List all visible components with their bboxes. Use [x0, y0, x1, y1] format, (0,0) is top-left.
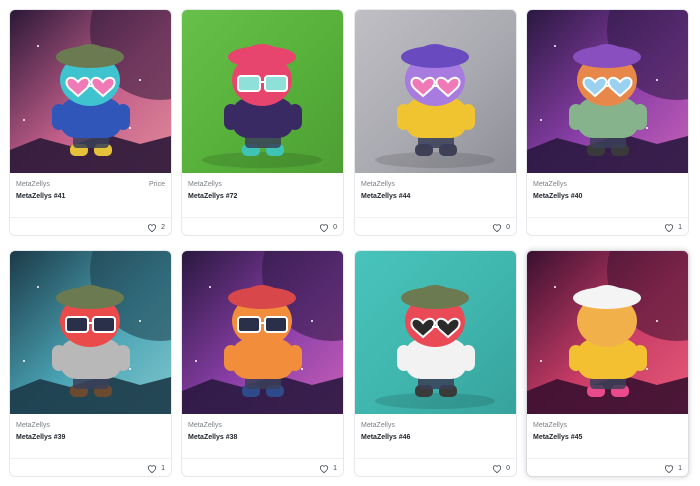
card-footer: 0 — [355, 459, 516, 476]
like-count: 1 — [678, 464, 682, 472]
heart-icon — [492, 464, 502, 473]
like-count: 1 — [678, 223, 682, 231]
price-label: Price — [149, 181, 165, 188]
nft-card[interactable]: MetaZellys MetaZellys #44 0 — [354, 9, 517, 236]
collection-name[interactable]: MetaZellys — [188, 181, 222, 188]
collection-name[interactable]: MetaZellys — [533, 422, 567, 429]
heart-icon — [319, 464, 329, 473]
heart-icon — [664, 223, 674, 232]
nft-card[interactable]: MetaZellys MetaZellys #40 1 — [526, 9, 689, 236]
card-meta: MetaZellys MetaZellys #38 — [182, 414, 343, 459]
heart-icon — [319, 223, 329, 232]
nft-image[interactable] — [182, 251, 343, 414]
like-button[interactable]: 0 — [492, 462, 510, 474]
nft-card[interactable]: MetaZellys Price MetaZellys #41 2 — [9, 9, 172, 236]
card-meta: MetaZellys MetaZellys #72 — [182, 173, 343, 218]
like-button[interactable]: 0 — [492, 221, 510, 233]
like-button[interactable]: 1 — [664, 221, 682, 233]
card-footer: 2 — [10, 218, 171, 235]
like-count: 1 — [161, 464, 165, 472]
like-count: 2 — [161, 223, 165, 231]
card-footer: 1 — [527, 459, 688, 476]
card-meta: MetaZellys MetaZellys #39 — [10, 414, 171, 459]
card-footer: 0 — [182, 218, 343, 235]
collection-name[interactable]: MetaZellys — [533, 181, 567, 188]
nft-card[interactable]: MetaZellys MetaZellys #46 0 — [354, 250, 517, 477]
collection-name[interactable]: MetaZellys — [188, 422, 222, 429]
card-meta: MetaZellys MetaZellys #45 — [527, 414, 688, 459]
like-count: 0 — [506, 464, 510, 472]
heart-icon — [147, 223, 157, 232]
nft-name[interactable]: MetaZellys #41 — [16, 193, 65, 200]
card-footer: 1 — [527, 218, 688, 235]
collection-name[interactable]: MetaZellys — [16, 181, 50, 188]
like-count: 0 — [506, 223, 510, 231]
nft-name[interactable]: MetaZellys #44 — [361, 193, 410, 200]
nft-name[interactable]: MetaZellys #45 — [533, 434, 582, 441]
nft-name[interactable]: MetaZellys #38 — [188, 434, 237, 441]
nft-image[interactable] — [10, 251, 171, 414]
card-footer: 1 — [182, 459, 343, 476]
nft-image[interactable] — [355, 10, 516, 173]
like-count: 1 — [333, 464, 337, 472]
heart-icon — [147, 464, 157, 473]
like-button[interactable]: 2 — [147, 221, 165, 233]
nft-image[interactable] — [527, 251, 688, 414]
like-button[interactable]: 0 — [319, 221, 337, 233]
card-meta: MetaZellys MetaZellys #44 — [355, 173, 516, 218]
card-meta: MetaZellys MetaZellys #46 — [355, 414, 516, 459]
collection-name[interactable]: MetaZellys — [16, 422, 50, 429]
nft-name[interactable]: MetaZellys #40 — [533, 193, 582, 200]
card-meta: MetaZellys MetaZellys #40 — [527, 173, 688, 218]
nft-card[interactable]: MetaZellys MetaZellys #72 0 — [181, 9, 344, 236]
like-button[interactable]: 1 — [319, 462, 337, 474]
nft-card[interactable]: MetaZellys MetaZellys #45 1 — [526, 250, 689, 477]
nft-card[interactable]: MetaZellys MetaZellys #39 1 — [9, 250, 172, 477]
nft-name[interactable]: MetaZellys #39 — [16, 434, 65, 441]
collection-name[interactable]: MetaZellys — [361, 181, 395, 188]
heart-icon — [492, 223, 502, 232]
like-button[interactable]: 1 — [664, 462, 682, 474]
card-meta: MetaZellys Price MetaZellys #41 — [10, 173, 171, 218]
nft-card-grid: MetaZellys Price MetaZellys #41 2 MetaZe… — [9, 9, 691, 479]
nft-name[interactable]: MetaZellys #46 — [361, 434, 410, 441]
card-footer: 1 — [10, 459, 171, 476]
like-button[interactable]: 1 — [147, 462, 165, 474]
nft-image[interactable] — [182, 10, 343, 173]
like-count: 0 — [333, 223, 337, 231]
nft-image[interactable] — [10, 10, 171, 173]
heart-icon — [664, 464, 674, 473]
nft-card[interactable]: MetaZellys MetaZellys #38 1 — [181, 250, 344, 477]
collection-name[interactable]: MetaZellys — [361, 422, 395, 429]
card-footer: 0 — [355, 218, 516, 235]
nft-name[interactable]: MetaZellys #72 — [188, 193, 237, 200]
nft-image[interactable] — [355, 251, 516, 414]
nft-image[interactable] — [527, 10, 688, 173]
